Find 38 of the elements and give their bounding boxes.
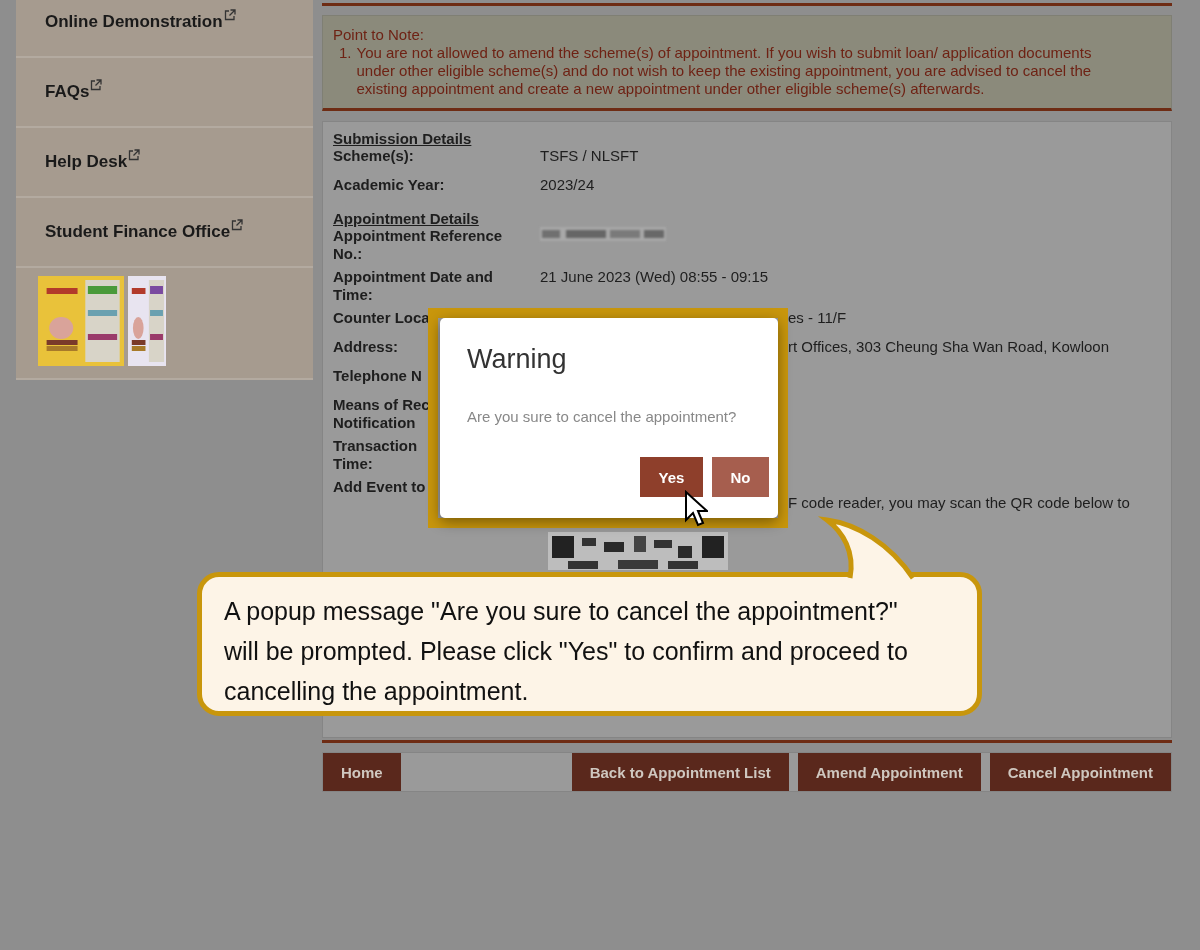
- section-heading: Appointment Details: [333, 210, 480, 227]
- field-value: 21 June 2023 (Wed) 08:55 - 09:15: [540, 268, 769, 285]
- sidebar-link[interactable]: Online Demonstration: [45, 12, 236, 32]
- field-value: rt Offices, 303 Cheung Sha Wan Road, Kowloon: [788, 338, 1110, 355]
- external-link-icon: [128, 149, 141, 161]
- note-title: Point to Note:: [333, 26, 425, 44]
- field-label: Appointment Reference No.:: [333, 227, 504, 263]
- note-text: You are not allowed to amend the scheme(s) of appointment. If you wish to submit loan/ application documents under other eligible scheme(s) and do not wish to keep the existing appointment, you are advised to cancel the existing appointment and create a new appointment under other eligible scheme(s) afterwards.: [356, 44, 1093, 98]
- callout-text: A popup message "Are you sure to cancel the appointment?" will be prompted. Please click "Yes" to confirm and proceed to cancelling the appointment.: [224, 597, 908, 705]
- sidebar-link[interactable]: FAQs: [45, 82, 103, 102]
- field-label: Means of Rec Notification: [333, 396, 430, 432]
- sidebar-link[interactable]: Student Finance Office: [45, 222, 244, 242]
- field-value: 2023/24: [540, 176, 595, 193]
- external-link-icon: [231, 219, 244, 231]
- nav-button[interactable]: Amend Appointment: [797, 753, 981, 791]
- nav-button[interactable]: Cancel Appointment: [989, 753, 1171, 791]
- field-label: Add Event to: [333, 478, 426, 496]
- field-label: Address:: [333, 338, 399, 356]
- external-link-icon: [223, 9, 236, 21]
- dialog-title: Warning: [467, 344, 567, 375]
- nav-button[interactable]: Back to Appointment List: [571, 753, 789, 791]
- dialog-button[interactable]: Yes: [640, 457, 703, 497]
- field-label: Telephone N: [333, 367, 422, 385]
- field-label: Academic Year:: [333, 176, 445, 194]
- field-value: TSFS / NLSFT: [540, 147, 639, 164]
- field-label: Scheme(s):: [333, 147, 414, 165]
- field-label: Transaction Time:: [333, 437, 418, 473]
- field-value: F code reader, you may scan the QR code below to: [788, 494, 1130, 511]
- list-number: 1.: [339, 44, 352, 63]
- dialog-message: Are you sure to cancel the appointment?: [467, 408, 737, 425]
- field-value: es - 11/F: [788, 309, 847, 326]
- section-heading: Submission Details: [333, 130, 473, 147]
- sidebar-link[interactable]: Help Desk: [45, 152, 141, 172]
- dialog-button[interactable]: No: [712, 457, 769, 497]
- external-link-icon: [90, 79, 103, 91]
- nav-button[interactable]: Home: [323, 753, 401, 791]
- field-label: Counter Loca: [333, 309, 430, 327]
- field-label: Appointment Date and Time:: [333, 268, 494, 304]
